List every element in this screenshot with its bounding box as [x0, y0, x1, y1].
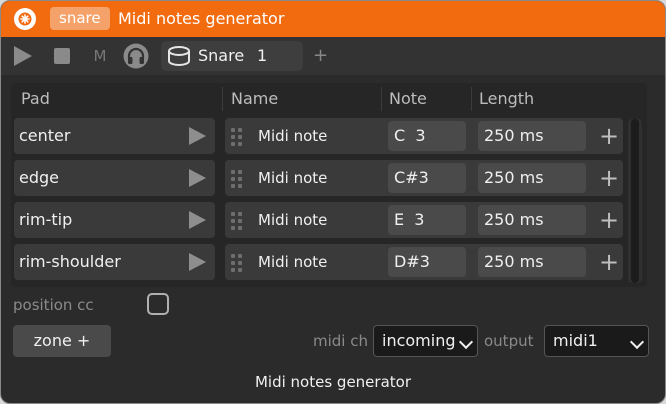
- pad-name: rim-tip: [19, 210, 73, 229]
- column-divider: [222, 87, 223, 111]
- midi-channel-select[interactable]: incoming: [373, 325, 478, 357]
- pad-cell: edge: [14, 160, 215, 196]
- note-field[interactable]: D#3: [388, 247, 466, 277]
- app-window: snare Midi notes generator M Snare 1 + P…: [0, 0, 666, 404]
- track-number: 1: [257, 46, 268, 65]
- drag-handle-icon[interactable]: [231, 170, 243, 188]
- drag-handle-icon[interactable]: [231, 212, 243, 230]
- column-header-name: Name: [231, 89, 279, 108]
- stop-button[interactable]: [51, 37, 73, 75]
- logo-icon: [14, 8, 36, 30]
- length-field[interactable]: 250 ms: [478, 121, 586, 151]
- note-field[interactable]: C 3: [388, 121, 466, 151]
- position-cc-label: position cc: [13, 296, 94, 314]
- footer-title: Midi notes generator: [254, 373, 411, 391]
- add-tab-button[interactable]: +: [313, 37, 328, 75]
- pad-name: center: [19, 126, 71, 145]
- drum-icon: [168, 46, 190, 66]
- column-divider: [471, 87, 472, 111]
- midi-channel-value: incoming: [382, 331, 456, 350]
- mute-button[interactable]: M: [89, 37, 111, 75]
- drag-handle-icon[interactable]: [231, 128, 243, 146]
- play-pad-icon[interactable]: [189, 253, 206, 271]
- scrollbar[interactable]: [628, 119, 642, 283]
- chevron-down-icon: [629, 334, 645, 350]
- chevron-down-icon: [458, 334, 474, 350]
- column-divider: [381, 87, 382, 111]
- column-header-pad: Pad: [21, 89, 50, 108]
- output-label: output: [484, 332, 534, 350]
- play-pad-icon[interactable]: [189, 211, 206, 229]
- play-button[interactable]: [11, 37, 35, 75]
- add-note-button[interactable]: +: [599, 124, 619, 148]
- add-zone-button[interactable]: zone +: [13, 325, 111, 357]
- position-cc-checkbox[interactable]: [147, 293, 169, 315]
- pad-cell: rim-shoulder: [14, 244, 215, 280]
- window-title: Midi notes generator: [118, 9, 285, 28]
- pad-cell: rim-tip: [14, 202, 215, 238]
- headphones-button[interactable]: [122, 37, 150, 75]
- output-select[interactable]: midi1: [544, 325, 649, 357]
- note-field[interactable]: C#3: [388, 163, 466, 193]
- title-bar: snare Midi notes generator: [1, 1, 665, 37]
- add-note-button[interactable]: +: [599, 250, 619, 274]
- pad-name: edge: [19, 168, 59, 187]
- play-pad-icon[interactable]: [189, 169, 206, 187]
- pad-cell: center: [14, 118, 215, 154]
- length-field[interactable]: 250 ms: [478, 163, 586, 193]
- toolbar: M Snare 1 +: [1, 37, 665, 75]
- play-pad-icon[interactable]: [189, 127, 206, 145]
- note-field[interactable]: E 3: [388, 205, 466, 235]
- add-note-button[interactable]: +: [599, 166, 619, 190]
- track-name: Snare: [198, 46, 245, 65]
- drag-handle-icon[interactable]: [231, 254, 243, 272]
- stop-icon: [54, 48, 70, 64]
- generator-name: Midi note: [258, 169, 328, 187]
- scrollbar-thumb[interactable]: [631, 119, 639, 283]
- add-note-button[interactable]: +: [599, 208, 619, 232]
- generator-name: Midi note: [258, 253, 328, 271]
- play-icon: [14, 46, 32, 66]
- generator-name: Midi note: [258, 127, 328, 145]
- tab-snare[interactable]: Snare 1: [161, 41, 303, 71]
- output-value: midi1: [553, 331, 598, 350]
- midi-ch-label: midi ch: [313, 332, 368, 350]
- column-header-note: Note: [389, 89, 427, 108]
- instrument-tag[interactable]: snare: [50, 7, 110, 30]
- length-field[interactable]: 250 ms: [478, 247, 586, 277]
- mute-label: M: [93, 47, 107, 65]
- headphones-icon: [123, 43, 149, 69]
- pad-name: rim-shoulder: [19, 252, 121, 271]
- length-field[interactable]: 250 ms: [478, 205, 586, 235]
- generator-name: Midi note: [258, 211, 328, 229]
- column-header-length: Length: [479, 89, 535, 108]
